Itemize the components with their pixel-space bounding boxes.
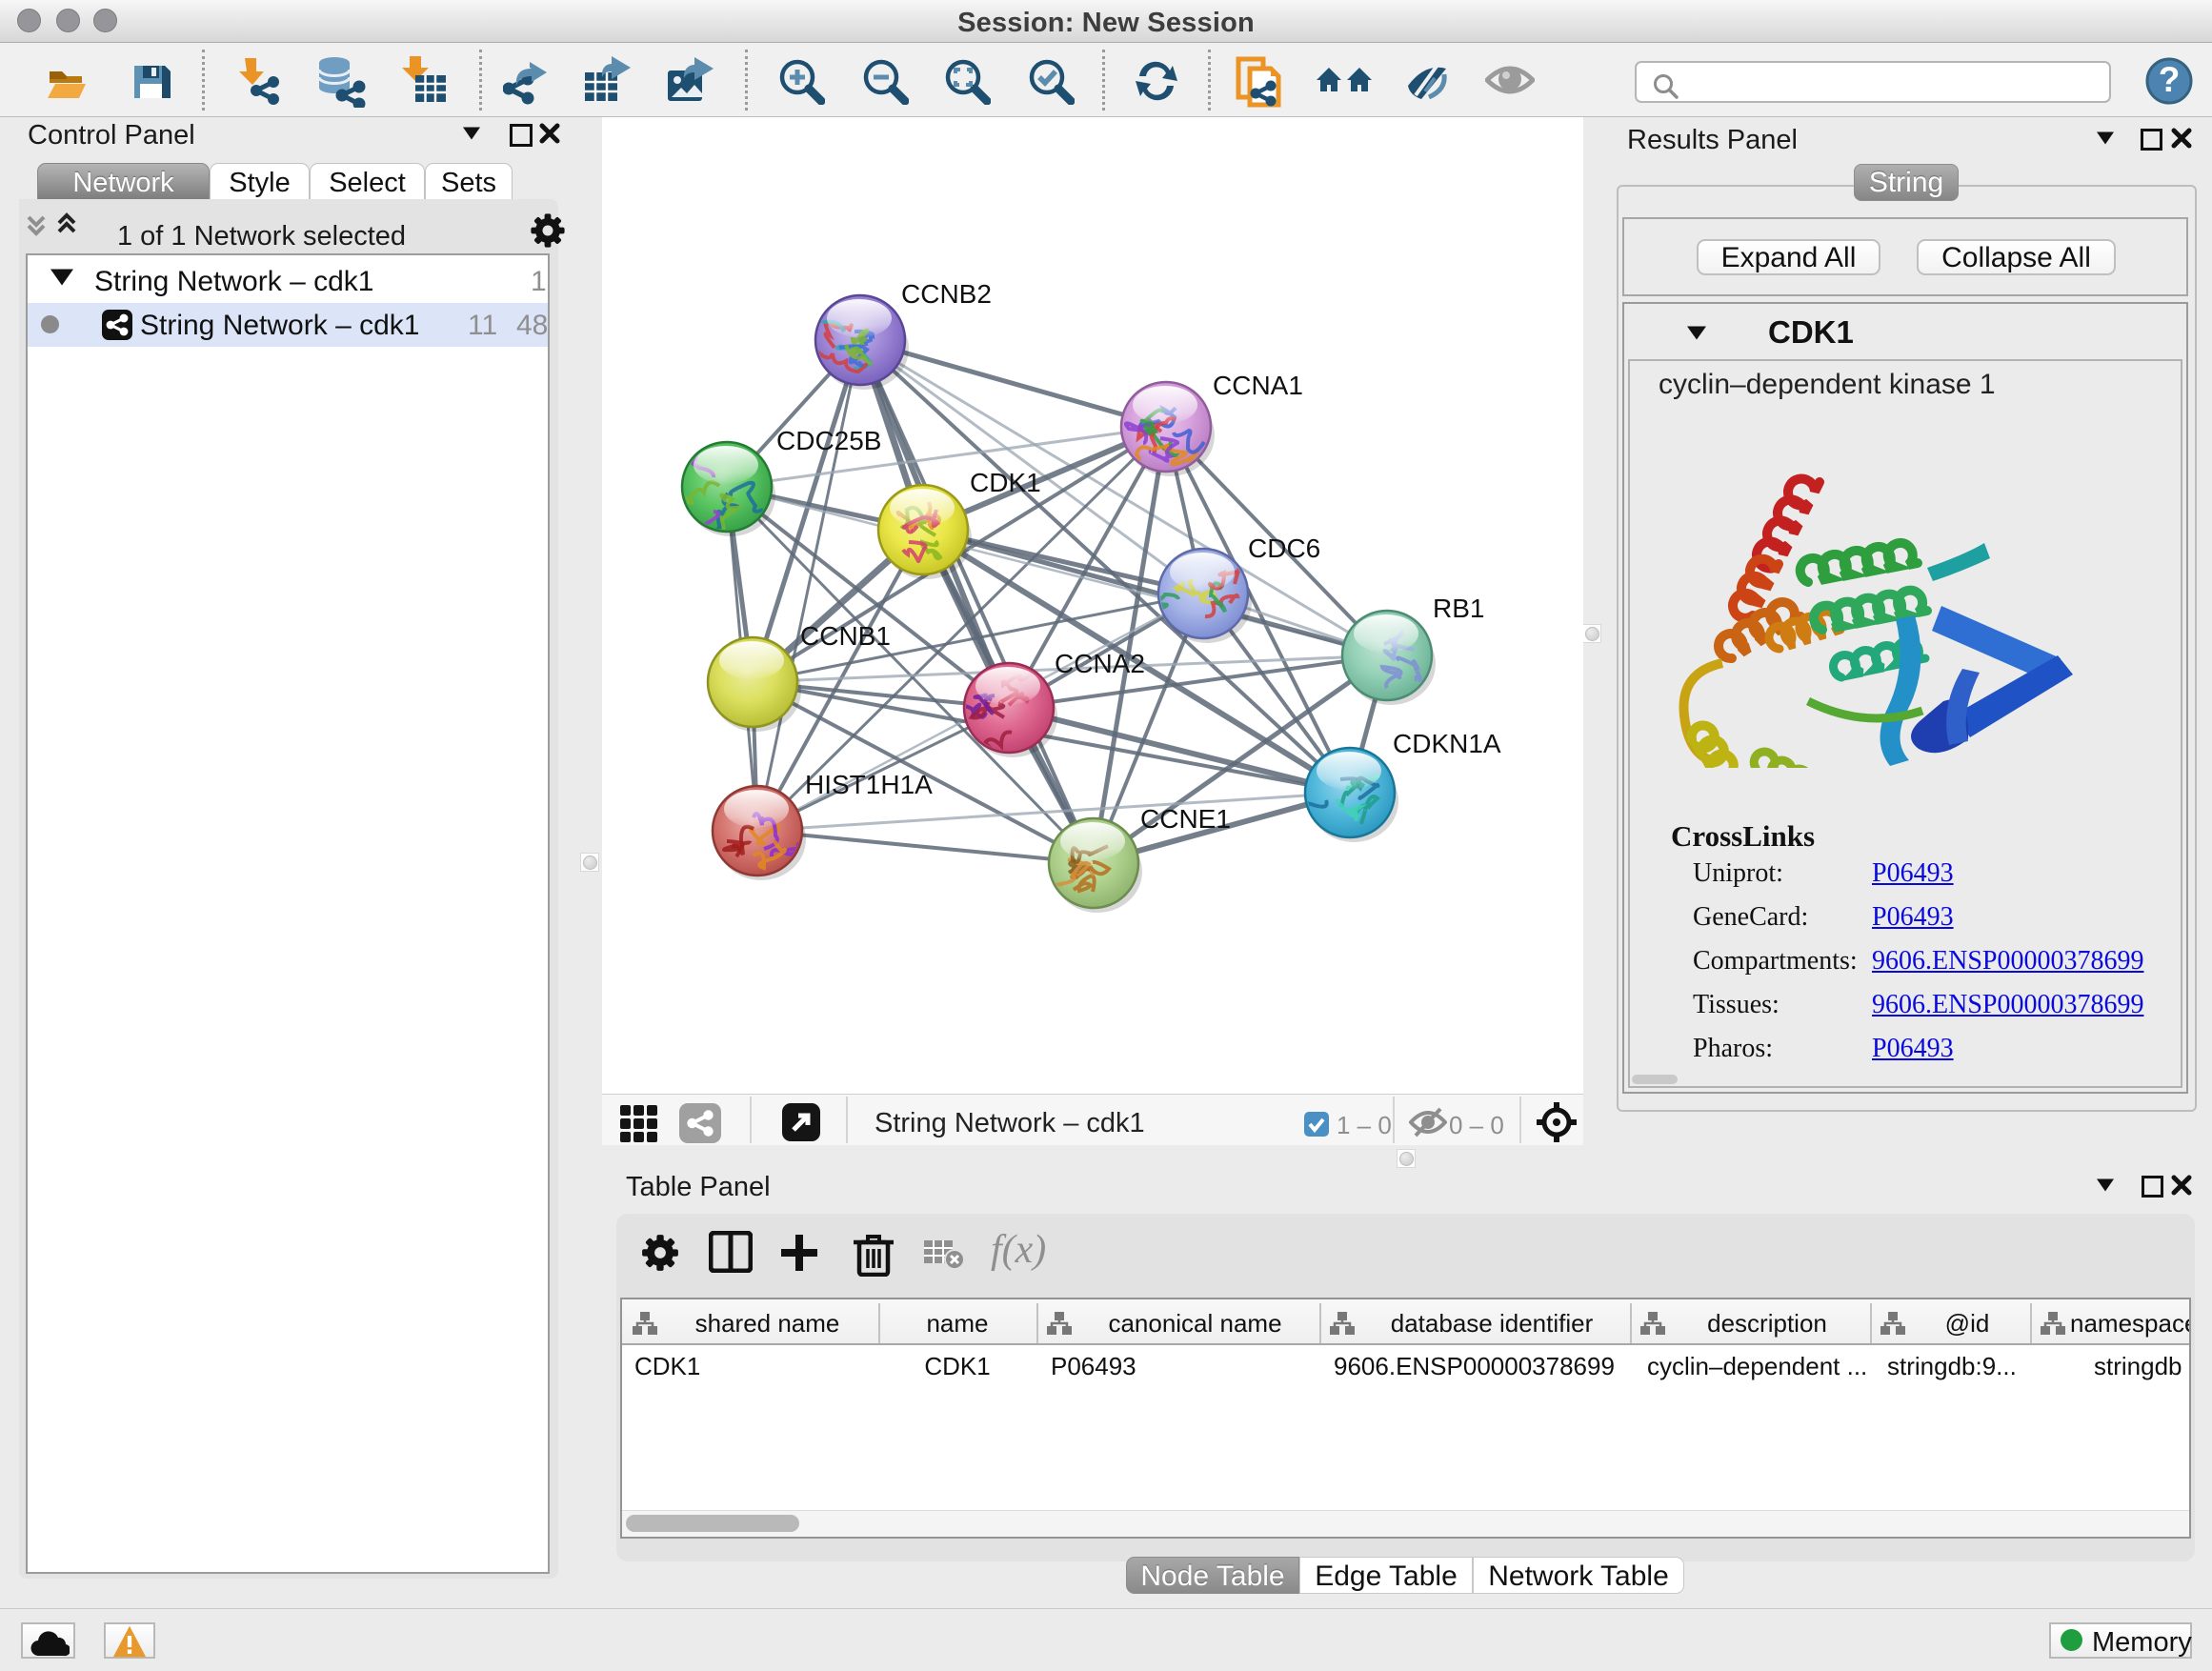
svg-text:CCNA2: CCNA2 [1055, 649, 1145, 678]
svg-text:HIST1H1A: HIST1H1A [805, 770, 933, 799]
svg-text:CCNA1: CCNA1 [1213, 371, 1303, 400]
svg-text:?: ? [2159, 60, 2181, 99]
svg-text:CCNE1: CCNE1 [1140, 804, 1231, 834]
svg-text:CCNB2: CCNB2 [901, 279, 992, 309]
svg-text:RB1: RB1 [1433, 594, 1484, 623]
svg-text:CDC25B: CDC25B [776, 426, 881, 455]
svg-text:CDKN1A: CDKN1A [1393, 729, 1501, 758]
svg-text:CCNB1: CCNB1 [800, 621, 891, 651]
svg-text:CDC6: CDC6 [1248, 534, 1320, 563]
svg-text:CDK1: CDK1 [970, 468, 1041, 497]
